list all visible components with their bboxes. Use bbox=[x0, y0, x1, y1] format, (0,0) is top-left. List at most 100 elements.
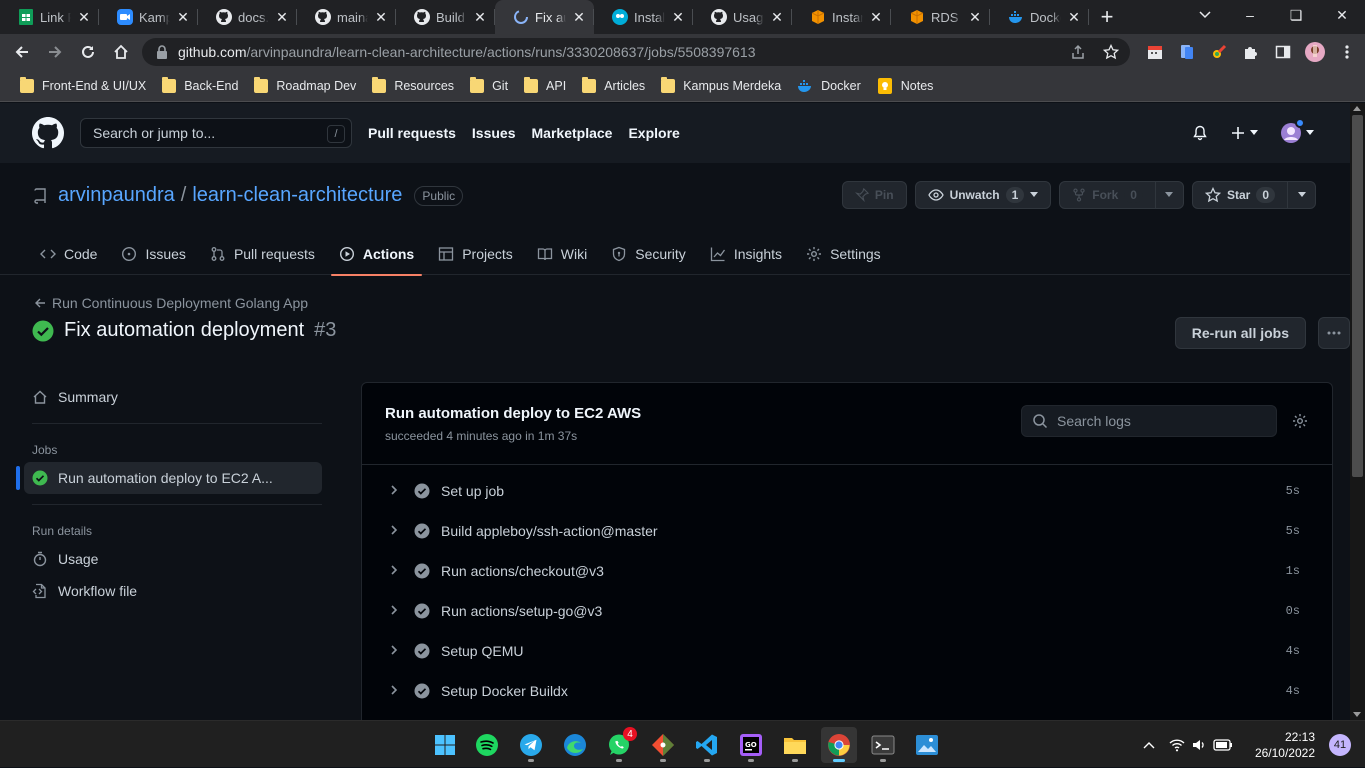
back-to-workflow-link[interactable]: Run Continuous Deployment Golang App bbox=[34, 295, 308, 311]
scroll-down-arrow-icon[interactable] bbox=[1353, 712, 1361, 717]
tab-search-chevron-icon[interactable] bbox=[1192, 2, 1218, 28]
reload-button[interactable] bbox=[72, 36, 104, 68]
windows-start-icon[interactable] bbox=[427, 727, 463, 763]
unwatch-button[interactable]: Unwatch 1 bbox=[914, 181, 1052, 209]
browser-tab[interactable]: Usage ✕ bbox=[693, 0, 792, 34]
sidebar-item-usage[interactable]: Usage bbox=[16, 543, 322, 575]
sidebar-item-job[interactable]: Run automation deploy to EC2 A... bbox=[16, 462, 322, 494]
volume-icon[interactable] bbox=[1191, 738, 1207, 752]
job-step-row[interactable]: Set up job 5s bbox=[362, 471, 1332, 511]
create-new-dropdown[interactable] bbox=[1230, 125, 1258, 141]
tab-close-icon[interactable]: ✕ bbox=[77, 9, 91, 26]
forward-button[interactable] bbox=[39, 36, 71, 68]
back-button[interactable] bbox=[6, 36, 38, 68]
bookmark-item[interactable]: Roadmap Dev bbox=[246, 72, 364, 100]
edge-icon[interactable] bbox=[557, 727, 593, 763]
goland-icon[interactable]: GO bbox=[733, 727, 769, 763]
home-button[interactable] bbox=[105, 36, 137, 68]
run-more-options-button[interactable] bbox=[1318, 317, 1350, 349]
bookmark-item[interactable]: Kampus Merdeka bbox=[653, 72, 789, 100]
bookmark-item[interactable]: Notes bbox=[869, 72, 942, 100]
bookmark-item[interactable]: Front-End & UI/UX bbox=[12, 72, 154, 100]
file-explorer-icon[interactable] bbox=[777, 727, 813, 763]
rerun-all-jobs-button[interactable]: Re-run all jobs bbox=[1174, 317, 1306, 349]
tab-close-icon[interactable]: ✕ bbox=[572, 9, 586, 26]
bookmark-item[interactable]: Articles bbox=[574, 72, 653, 100]
side-panel-icon[interactable] bbox=[1270, 39, 1296, 65]
extension-colorpicker-icon[interactable] bbox=[1206, 39, 1232, 65]
spotify-icon[interactable] bbox=[469, 727, 505, 763]
extension-calendar-icon[interactable] bbox=[1142, 39, 1168, 65]
fork-dropdown[interactable] bbox=[1154, 182, 1183, 208]
tray-chevron-up-icon[interactable] bbox=[1143, 741, 1155, 749]
bookmark-item[interactable]: API bbox=[516, 72, 574, 100]
gear-icon[interactable] bbox=[1292, 413, 1308, 429]
window-close-button[interactable]: ✕ bbox=[1319, 0, 1365, 30]
chrome-icon[interactable] bbox=[821, 727, 857, 763]
chevron-right-icon[interactable] bbox=[388, 524, 400, 536]
tab-actions[interactable]: Actions bbox=[330, 233, 423, 276]
bookmark-item[interactable]: Resources bbox=[364, 72, 462, 100]
star-button[interactable]: Star 0 bbox=[1191, 181, 1316, 209]
bookmark-item[interactable]: Docker bbox=[789, 72, 869, 100]
github-logo-icon[interactable] bbox=[32, 117, 64, 149]
global-nav-issues[interactable]: Issues bbox=[472, 125, 516, 141]
tab-security[interactable]: Security bbox=[603, 233, 694, 275]
notifications-bell-icon[interactable] bbox=[1192, 125, 1208, 141]
profile-avatar[interactable] bbox=[1302, 39, 1328, 65]
minimize-button[interactable]: – bbox=[1227, 0, 1273, 30]
global-nav-explore[interactable]: Explore bbox=[628, 125, 679, 141]
browser-tab[interactable]: RDS M ✕ bbox=[891, 0, 990, 34]
star-dropdown[interactable] bbox=[1287, 182, 1315, 208]
search-logs-input[interactable]: Search logs bbox=[1021, 405, 1277, 437]
browser-tab[interactable]: Build a ✕ bbox=[396, 0, 495, 34]
tab-insights[interactable]: Insights bbox=[702, 233, 790, 275]
extensions-puzzle-icon[interactable] bbox=[1238, 39, 1264, 65]
tab-issues[interactable]: Issues bbox=[113, 233, 193, 275]
browser-tab[interactable]: docs.g ✕ bbox=[198, 0, 297, 34]
job-step-row[interactable]: Run actions/setup-go@v3 0s bbox=[362, 591, 1332, 631]
bookmark-star-icon[interactable] bbox=[1103, 44, 1119, 60]
job-step-row[interactable]: Run actions/checkout@v3 1s bbox=[362, 551, 1332, 591]
git-gui-icon[interactable] bbox=[645, 727, 681, 763]
new-tab-button[interactable]: + bbox=[1089, 0, 1125, 34]
tab-close-icon[interactable]: ✕ bbox=[1067, 9, 1081, 26]
sidebar-item-summary[interactable]: Summary bbox=[16, 381, 322, 413]
browser-tab[interactable]: Link Re ✕ bbox=[0, 0, 99, 34]
tab-close-icon[interactable]: ✕ bbox=[176, 9, 190, 26]
fork-button[interactable]: Fork 0 bbox=[1059, 181, 1184, 209]
browser-tab[interactable]: mainar ✕ bbox=[297, 0, 396, 34]
maximize-button[interactable]: ❏ bbox=[1273, 0, 1319, 30]
browser-tab[interactable]: Kampu ✕ bbox=[99, 0, 198, 34]
wifi-icon[interactable] bbox=[1169, 738, 1185, 752]
chevron-right-icon[interactable] bbox=[388, 684, 400, 696]
user-menu[interactable] bbox=[1280, 118, 1314, 144]
tab-close-icon[interactable]: ✕ bbox=[275, 9, 289, 26]
taskbar-clock[interactable]: 22:13 26/10/2022 bbox=[1255, 729, 1315, 761]
tab-close-icon[interactable]: ✕ bbox=[770, 9, 784, 26]
browser-tab[interactable]: Install ✕ bbox=[594, 0, 693, 34]
global-nav-marketplace[interactable]: Marketplace bbox=[532, 125, 613, 141]
telegram-icon[interactable] bbox=[513, 727, 549, 763]
scroll-up-arrow-icon[interactable] bbox=[1353, 106, 1361, 111]
tab-close-icon[interactable]: ✕ bbox=[968, 9, 982, 26]
tab-close-icon[interactable]: ✕ bbox=[869, 9, 883, 26]
browser-tab[interactable]: Docke ✕ bbox=[990, 0, 1089, 34]
photos-icon[interactable] bbox=[909, 727, 945, 763]
job-step-row[interactable]: Setup Docker Buildx 4s bbox=[362, 671, 1332, 711]
battery-icon[interactable] bbox=[1213, 738, 1233, 751]
share-icon[interactable] bbox=[1070, 44, 1086, 60]
job-step-row[interactable]: Build appleboy/ssh-action@master 5s bbox=[362, 511, 1332, 551]
chevron-right-icon[interactable] bbox=[388, 604, 400, 616]
global-nav-pull-requests[interactable]: Pull requests bbox=[368, 125, 456, 141]
tab-close-icon[interactable]: ✕ bbox=[374, 9, 388, 26]
notification-count-badge[interactable]: 41 bbox=[1329, 733, 1351, 756]
tab-pull-requests[interactable]: Pull requests bbox=[202, 233, 323, 275]
bookmark-item[interactable]: Back-End bbox=[154, 72, 246, 100]
chevron-right-icon[interactable] bbox=[388, 644, 400, 656]
job-step-row[interactable]: Setup QEMU 4s bbox=[362, 631, 1332, 671]
whatsapp-icon[interactable]: 4 bbox=[601, 727, 637, 763]
tab-code[interactable]: Code bbox=[32, 233, 105, 275]
tab-close-icon[interactable]: ✕ bbox=[671, 9, 685, 26]
browser-tab[interactable]: Fix aut ✕ bbox=[495, 0, 594, 34]
